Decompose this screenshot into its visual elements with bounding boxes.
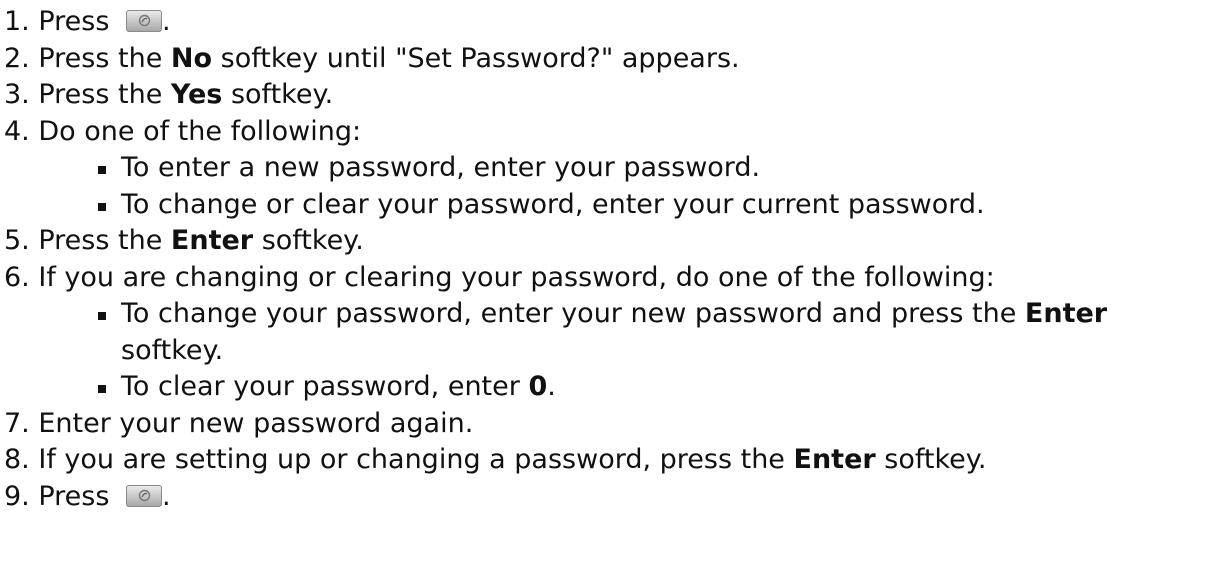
step-number: 3. (4, 79, 30, 110)
option-text-end: . (547, 371, 556, 402)
step-2: 2. Press the No softkey until "Set Passw… (0, 41, 1217, 78)
step-text: If you are setting up or changing a pass… (38, 444, 794, 475)
step-6-option-1: To change your password, enter your new … (0, 296, 1211, 369)
softkey-name: Enter (170, 225, 254, 256)
step-number: 7. (4, 407, 30, 439)
step-8: 8. If you are setting up or changing a p… (0, 442, 1217, 479)
step-text: If you are changing or clearing your pas… (38, 261, 995, 293)
bullet-icon (98, 312, 106, 320)
option-text: To change your password, enter your new … (121, 298, 1025, 329)
bullet-icon (98, 166, 106, 174)
softkey-name: No (170, 42, 213, 74)
option-text: To change or clear your password, enter … (121, 188, 985, 220)
step-text-end: softkey until "Set Password?" appears. (212, 42, 740, 74)
step-text-end: softkey. (222, 79, 334, 110)
step-text: Press (38, 480, 110, 512)
option-text: To clear your password, enter (121, 371, 529, 402)
step-number: 6. (4, 261, 30, 293)
step-4-option-2: To change or clear your password, enter … (0, 187, 1217, 224)
bullet-icon (98, 385, 106, 393)
step-number: 9. (4, 480, 30, 512)
step-9: 9. Press . (0, 479, 1217, 516)
step-number: 1. (4, 6, 30, 37)
step-text-end: . (162, 480, 171, 512)
entry-value: 0 (528, 371, 548, 402)
step-text: Press (38, 6, 110, 37)
step-6-option-2: To clear your password, enter 0. (0, 369, 1217, 406)
phone-key-icon (126, 484, 163, 507)
instruction-list: 1. Press . 2. Press the No softkey until… (0, 0, 1217, 584)
step-3: 3. Press the Yes softkey. (0, 77, 1217, 114)
phone-key-icon (126, 10, 163, 32)
softkey-name: Enter (793, 444, 876, 475)
step-text: Enter your new password again. (38, 407, 474, 439)
option-text: To enter a new password, enter your pass… (121, 152, 761, 183)
step-7: 7. Enter your new password again. (0, 406, 1217, 443)
step-text-end: softkey. (875, 444, 987, 475)
softkey-name: Enter (1024, 298, 1108, 329)
step-5: 5. Press the Enter softkey. (0, 223, 1217, 260)
step-4-option-1: To enter a new password, enter your pass… (0, 150, 1217, 187)
step-4: 4. Do one of the following: (0, 114, 1217, 151)
softkey-name: Yes (170, 79, 223, 110)
step-number: 8. (4, 444, 30, 475)
step-text: Press the (38, 225, 171, 256)
bullet-icon (98, 202, 106, 211)
handset-icon (138, 14, 151, 27)
step-number: 2. (4, 42, 30, 74)
step-text-end: softkey. (253, 225, 364, 256)
step-1: 1. Press . (0, 4, 1217, 41)
handset-icon (138, 489, 151, 501)
option-text-end: softkey. (121, 334, 224, 366)
step-text: Press the (38, 79, 171, 110)
step-6: 6. If you are changing or clearing your … (0, 260, 1217, 297)
step-text: Press the (38, 42, 171, 74)
step-number: 5. (4, 225, 30, 256)
step-text-end: . (162, 6, 171, 37)
step-number: 4. (4, 115, 30, 147)
step-text: Do one of the following: (38, 115, 362, 147)
